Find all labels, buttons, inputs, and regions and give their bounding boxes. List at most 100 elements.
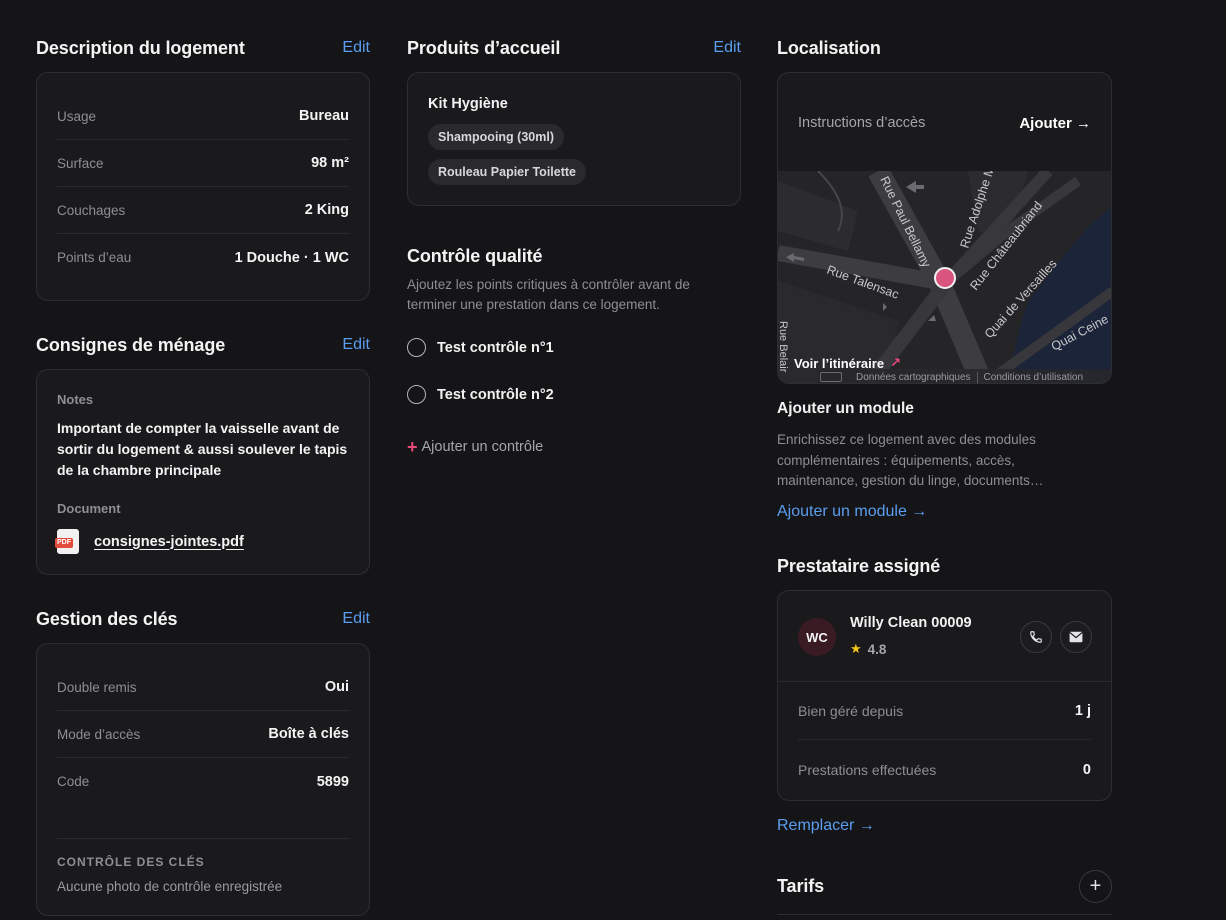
cles-edit-button[interactable]: Edit: [342, 610, 370, 628]
email-button[interactable]: [1060, 621, 1092, 653]
cles-title: Gestion des clés: [36, 608, 178, 629]
row-value: 0: [1082, 762, 1091, 778]
rating-value: 4.8: [867, 641, 887, 657]
cles-row-mode-acces: Mode d’accès Boîte à clés: [57, 711, 349, 758]
star-icon: ★: [850, 641, 862, 656]
controle-cles-heading: CONTRÔLE DES CLÉS: [57, 855, 205, 869]
tarifs-title: Tarifs: [777, 875, 825, 896]
document-link[interactable]: PDF consignes-jointes.pdf: [55, 529, 244, 554]
instructions-label: Instructions d’accès: [798, 115, 926, 131]
row-value: Oui: [324, 679, 349, 695]
row-value: 98 m²: [311, 155, 349, 171]
localisation-card: Instructions d’accès Ajouter → Rue Paul …: [777, 72, 1112, 384]
street-label: Rue Belair: [778, 321, 789, 373]
description-row-points-eau: Points d’eau 1 Douche · 1 WC: [57, 234, 349, 281]
description-title: Description du logement: [36, 37, 245, 58]
map-block: [778, 181, 858, 251]
row-label: Points d’eau: [57, 250, 132, 265]
module-description: Enrichissez ce logement avec des modules…: [777, 432, 1044, 488]
prestataire-card: WC Willy Clean 00009 ★ 4.8 Bien géré dep…: [777, 590, 1112, 801]
map-data-credit[interactable]: Données cartographiques: [850, 371, 978, 383]
avatar[interactable]: WC: [798, 618, 836, 656]
description-card: Usage Bureau Surface 98 m² Couchages 2 K…: [36, 72, 370, 301]
description-edit-button[interactable]: Edit: [342, 39, 370, 57]
description-header: Description du logement Edit: [36, 36, 370, 60]
add-controle-label: Ajouter un contrôle: [421, 439, 544, 455]
row-label: Surface: [57, 155, 104, 171]
replace-prestataire-link[interactable]: Remplacer →: [777, 817, 875, 835]
produit-item: Rouleau Papier Toilette: [428, 159, 586, 185]
prestataire-name[interactable]: Willy Clean 00009: [850, 615, 972, 631]
produit-pill: Shampooing (30ml): [428, 124, 564, 150]
document-name[interactable]: consignes-jointes.pdf: [94, 534, 244, 550]
divider: [57, 838, 349, 839]
consignes-edit-button[interactable]: Edit: [342, 336, 370, 354]
pdf-badge: PDF: [55, 538, 73, 548]
qualite-check-2[interactable]: Test contrôle n°2: [407, 385, 554, 404]
produits-edit-button[interactable]: Edit: [713, 39, 741, 57]
prestataire-title: Prestataire assigné: [777, 555, 941, 576]
keyboard-icon: [820, 372, 842, 382]
row-value: Boîte à clés: [268, 726, 349, 742]
consignes-title: Consignes de ménage: [36, 334, 226, 355]
location-pin-icon: [934, 267, 956, 289]
radio-circle-icon[interactable]: [407, 385, 426, 404]
instructions-add-button[interactable]: Ajouter →: [1019, 115, 1091, 132]
one-way-arrow-icon: [883, 303, 887, 311]
cles-row-double-remis: Double remis Oui: [57, 664, 349, 711]
row-label: Prestations effectuées: [798, 762, 937, 778]
qualite-check-1[interactable]: Test contrôle n°1: [407, 338, 554, 357]
map-terms-link[interactable]: Conditions d’utilisation: [978, 372, 1090, 383]
qualite-description: Ajoutez les points critiques à contrôler…: [407, 277, 690, 312]
prestataire-header: Prestataire assigné: [777, 554, 1112, 578]
notes-label: Notes: [57, 392, 94, 407]
cles-card: Double remis Oui Mode d’accès Boîte à cl…: [36, 643, 370, 916]
controle-cles-text: Aucune photo de contrôle enregistrée: [57, 879, 283, 894]
notes-text: Important de compter la vaisselle avant …: [57, 420, 348, 478]
row-value: 1 Douche · 1 WC: [234, 249, 349, 266]
one-way-arrow-icon: [906, 181, 924, 193]
add-tarif-button[interactable]: +: [1079, 869, 1112, 903]
produit-item: Shampooing (30ml): [428, 124, 564, 150]
row-value: 1 j: [1074, 702, 1091, 719]
prestataire-rating: ★ 4.8: [850, 641, 886, 657]
pdf-file-icon: PDF: [55, 529, 79, 554]
produits-title: Produits d’accueil: [407, 37, 561, 58]
prestataire-row-prestations: Prestations effectuées 0: [798, 741, 1091, 799]
plus-icon: +: [407, 437, 418, 457]
check-label: Test contrôle n°1: [437, 339, 554, 356]
row-label: Couchages: [57, 202, 126, 218]
row-label: Code: [57, 774, 90, 789]
consignes-header: Consignes de ménage Edit: [36, 333, 370, 357]
row-label: Usage: [57, 108, 97, 124]
row-value: 2 King: [304, 202, 349, 218]
add-module-link[interactable]: Ajouter un module →: [777, 503, 927, 521]
prestataire-row-depuis: Bien géré depuis 1 j: [798, 682, 1091, 740]
description-row-surface: Surface 98 m²: [57, 140, 349, 187]
row-value: 5899: [316, 773, 349, 790]
localisation-header: Localisation: [777, 36, 1112, 60]
qualite-header: Contrôle qualité: [407, 244, 741, 268]
description-row-usage: Usage Bureau: [57, 93, 349, 140]
plus-icon: +: [1089, 874, 1102, 897]
phone-icon: [1030, 631, 1042, 643]
mail-icon: [1069, 631, 1083, 643]
kit-name: Kit Hygiène: [428, 96, 508, 112]
map[interactable]: Rue Paul Bellamy Rue Adolphe Mo Rue Chât…: [778, 171, 1111, 383]
module-title: Ajouter un module: [777, 400, 914, 417]
check-label: Test contrôle n°2: [437, 386, 554, 403]
street-label: Rue Paul Bellamy: [877, 174, 933, 270]
row-label: Mode d’accès: [57, 726, 141, 742]
instructions-row: Instructions d’accès Ajouter →: [798, 73, 1091, 173]
add-controle-button[interactable]: + Ajouter un contrôle: [407, 438, 543, 456]
row-label: Double remis: [57, 679, 137, 695]
produit-pill: Rouleau Papier Toilette: [428, 159, 586, 185]
consignes-card: Notes Important de compter la vaisselle …: [36, 369, 370, 575]
description-row-couchages: Couchages 2 King: [57, 187, 349, 234]
radio-circle-icon[interactable]: [407, 338, 426, 357]
row-label: Bien géré depuis: [798, 702, 904, 719]
cles-row-code: Code 5899: [57, 758, 349, 805]
tarifs-header: Tarifs +: [777, 869, 1112, 903]
call-button[interactable]: [1020, 621, 1052, 653]
row-value: Bureau: [299, 108, 349, 124]
